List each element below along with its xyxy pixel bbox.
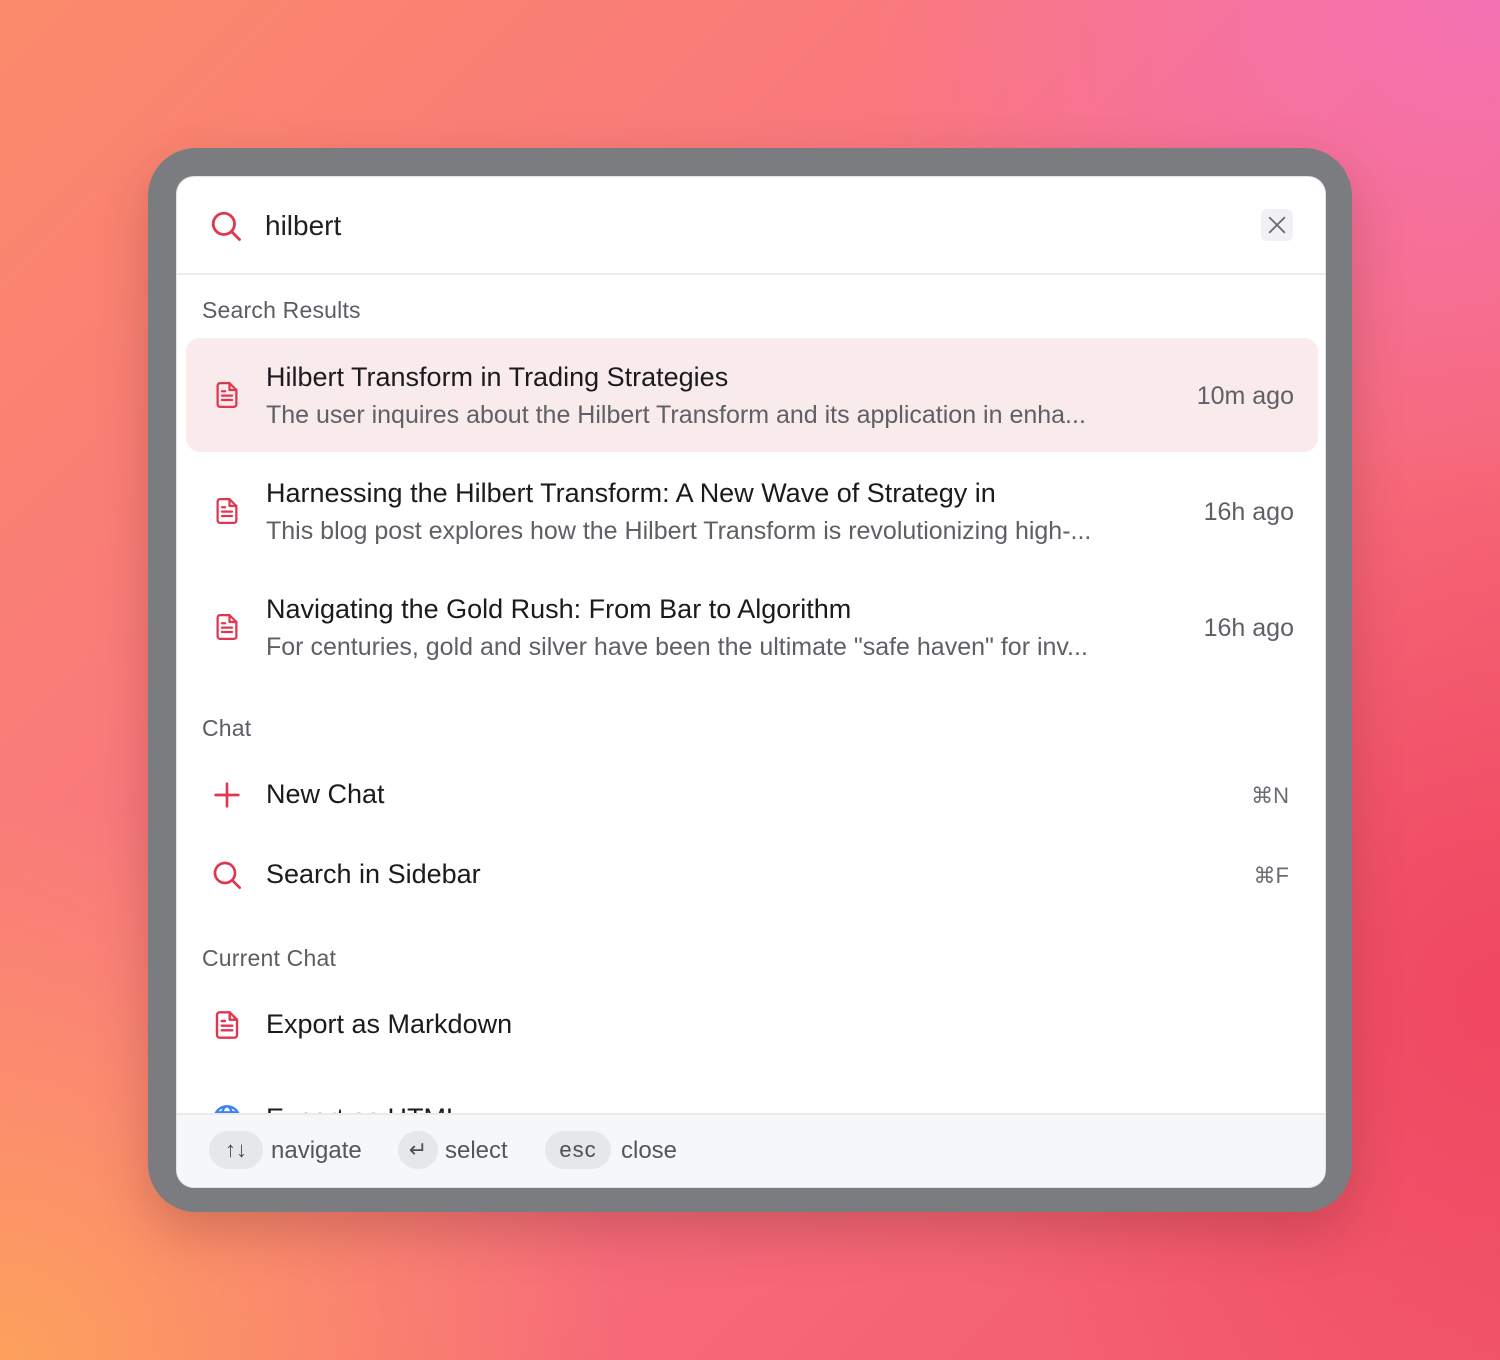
esc-key-hint: esc: [545, 1131, 611, 1169]
document-icon: [216, 498, 238, 524]
result-title: Navigating the Gold Rush: From Bar to Al…: [266, 594, 852, 624]
plus-icon: [214, 782, 240, 808]
section-label-chat: Chat: [202, 715, 252, 741]
result-title: Hilbert Transform in Trading Strategies: [266, 362, 729, 392]
result-snippet: The user inquires about the Hilbert Tran…: [266, 401, 1086, 429]
results-list[interactable]: Search Results Hilbert Transform in Trad…: [177, 275, 1325, 1115]
shortcut-hint: ⌘N: [1251, 783, 1289, 808]
result-snippet: For centuries, gold and silver have been…: [266, 633, 1088, 661]
select-key-hint: ↵: [398, 1131, 438, 1169]
search-in-sidebar-command[interactable]: Search in Sidebar ⌘F: [177, 841, 1325, 911]
navigate-label: navigate: [271, 1137, 362, 1164]
export-html-command[interactable]: Export as HTML: [177, 1085, 1325, 1115]
section-label-current-chat: Current Chat: [202, 945, 337, 971]
command-label: New Chat: [266, 779, 385, 809]
document-icon: [216, 382, 238, 408]
search-bar: [177, 177, 1325, 275]
command-label: Export as Markdown: [266, 1009, 513, 1039]
select-label: select: [445, 1137, 508, 1164]
section-label-search-results: Search Results: [202, 297, 361, 323]
result-time: 16h ago: [1203, 498, 1294, 526]
search-icon: [211, 211, 241, 241]
navigate-key-hint: ↑↓: [209, 1131, 263, 1169]
document-icon: [216, 614, 238, 640]
result-title: Harnessing the Hilbert Transform: A New …: [266, 478, 996, 508]
close-icon: [1268, 216, 1286, 234]
result-item[interactable]: Hilbert Transform in Trading Strategies …: [186, 338, 1318, 452]
shortcut-hint: ⌘F: [1253, 863, 1289, 888]
result-item[interactable]: Harnessing the Hilbert Transform: A New …: [186, 454, 1318, 568]
command-label: Search in Sidebar: [266, 859, 481, 889]
result-item[interactable]: Navigating the Gold Rush: From Bar to Al…: [186, 570, 1318, 684]
result-time: 10m ago: [1196, 382, 1294, 410]
search-icon: [213, 861, 241, 889]
search-input[interactable]: [265, 205, 1225, 247]
new-chat-command[interactable]: New Chat ⌘N: [177, 761, 1325, 831]
export-markdown-command[interactable]: Export as Markdown: [177, 991, 1325, 1061]
result-snippet: This blog post explores how the Hilbert …: [266, 517, 1092, 545]
close-label: close: [621, 1137, 678, 1164]
document-icon: [215, 1011, 239, 1039]
result-time: 16h ago: [1203, 614, 1294, 642]
keyboard-hints-footer: ↑↓ navigate ↵ select esc close: [177, 1113, 1325, 1187]
command-palette: Search Results Hilbert Transform in Trad…: [176, 176, 1326, 1188]
clear-search-button[interactable]: [1261, 209, 1293, 241]
